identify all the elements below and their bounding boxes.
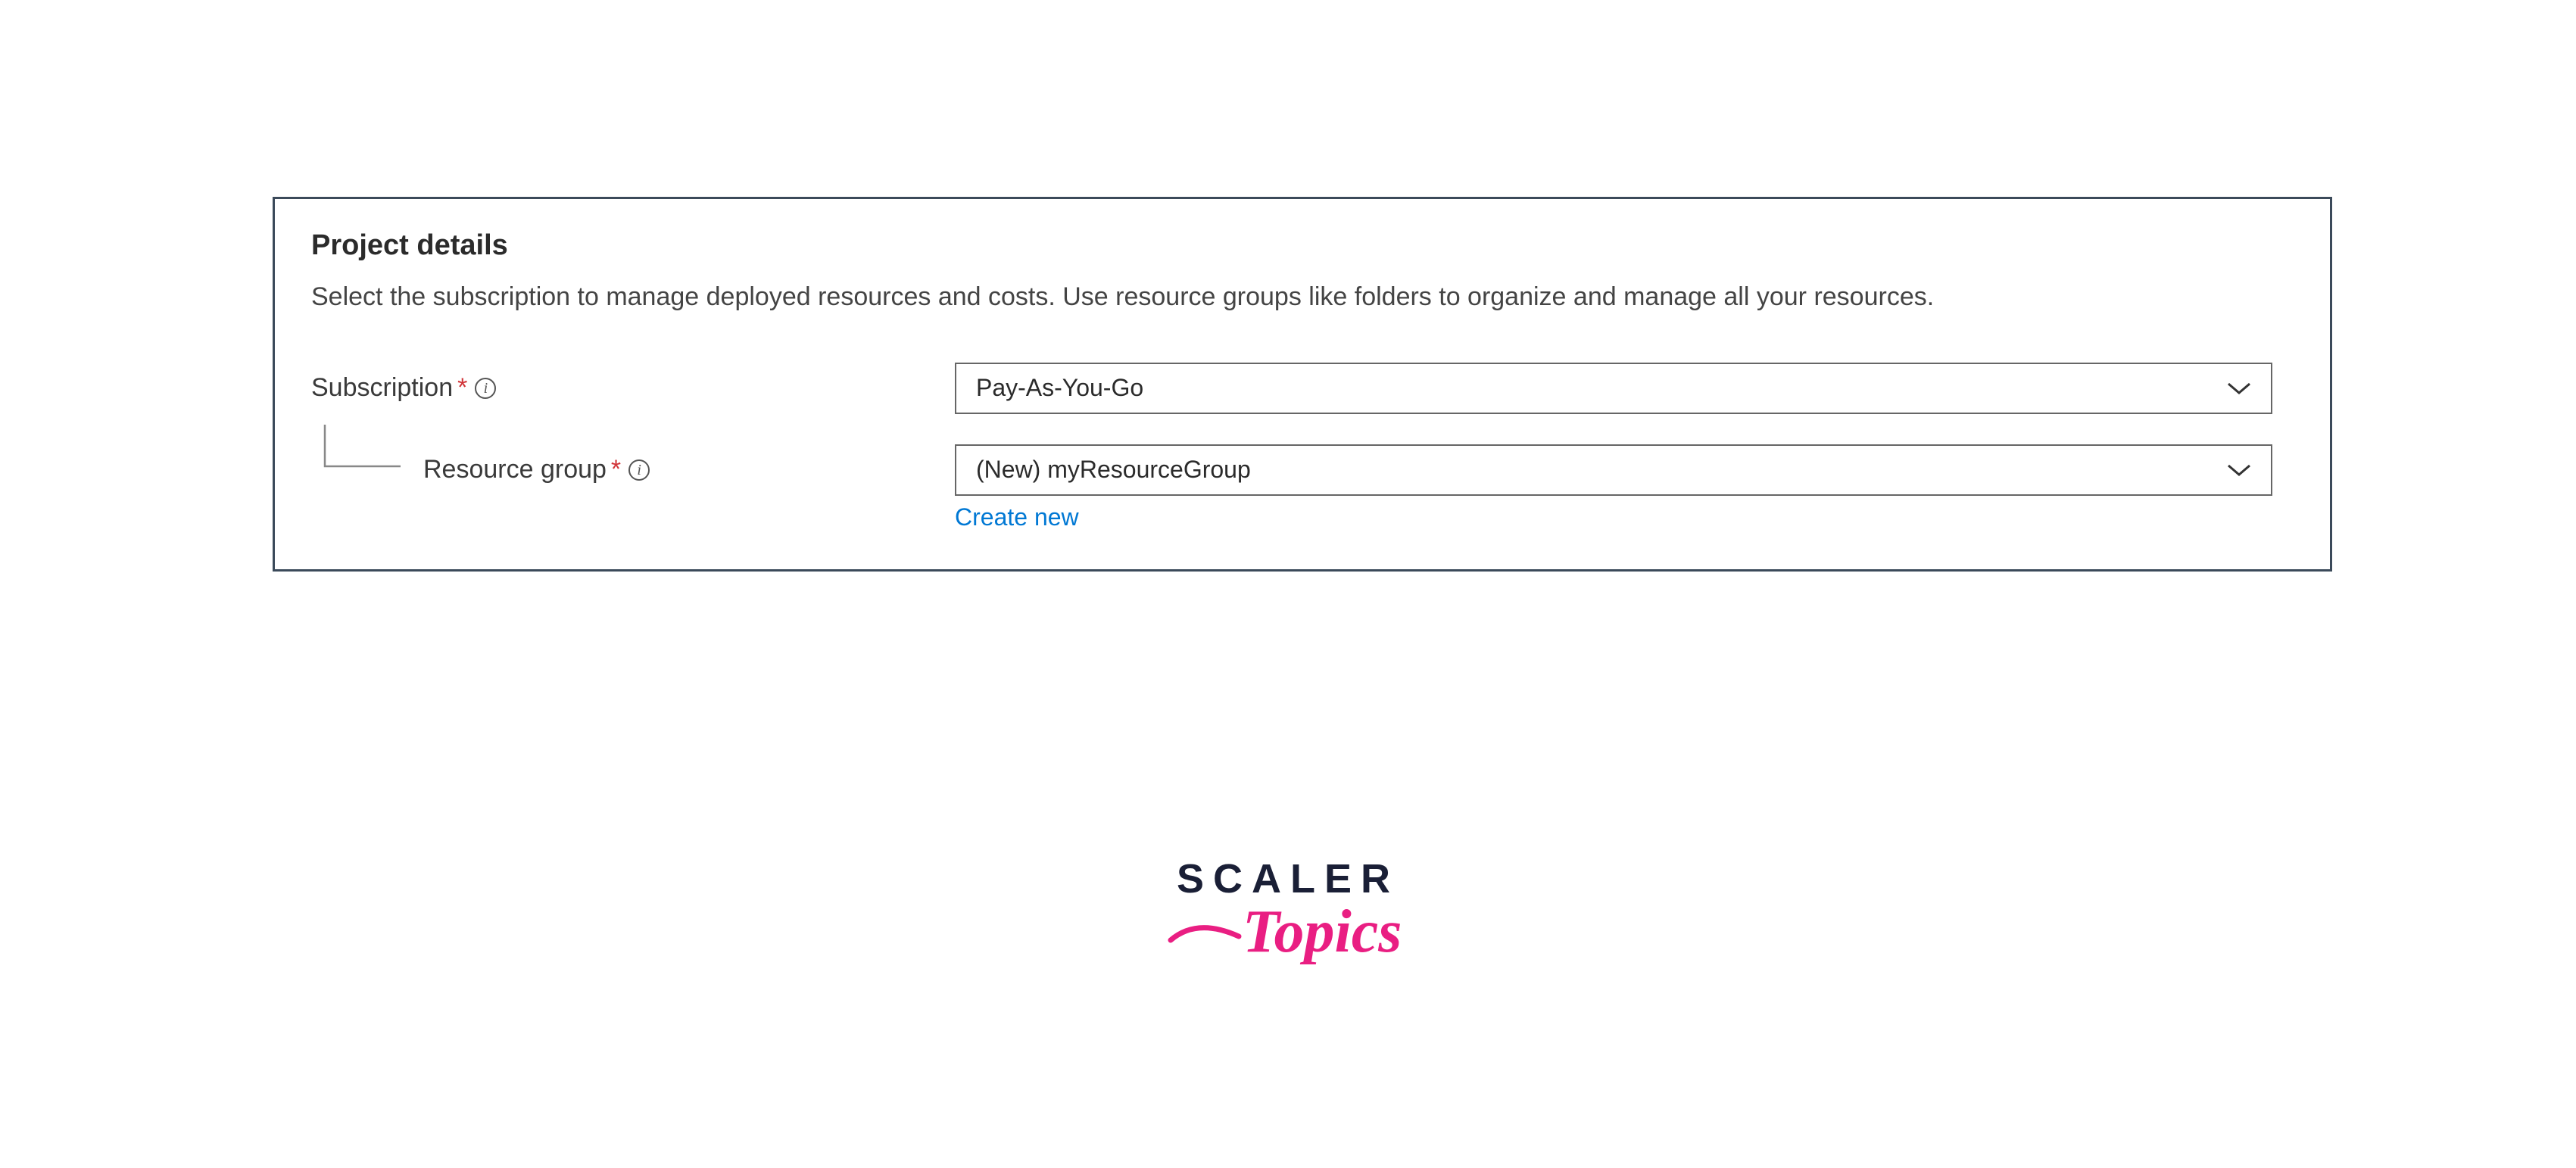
subscription-label-col: Subscription * i bbox=[311, 373, 955, 403]
resource-group-row: Resource group * i (New) myResourceGroup bbox=[311, 444, 2294, 496]
section-description: Select the subscription to manage deploy… bbox=[311, 277, 2204, 317]
required-marker: * bbox=[457, 373, 467, 403]
tree-connector-icon bbox=[317, 425, 408, 485]
subscription-value: Pay-As-You-Go bbox=[976, 374, 1143, 402]
create-new-link[interactable]: Create new bbox=[955, 503, 1079, 531]
chevron-down-icon bbox=[2227, 456, 2251, 484]
section-title: Project details bbox=[311, 229, 2294, 262]
info-icon[interactable]: i bbox=[475, 378, 496, 399]
chevron-down-icon bbox=[2227, 374, 2251, 402]
resource-group-label-col: Resource group * i bbox=[311, 455, 955, 485]
subscription-label: Subscription bbox=[311, 373, 453, 403]
create-new-row: Create new bbox=[955, 503, 2294, 531]
resource-group-dropdown[interactable]: (New) myResourceGroup bbox=[955, 444, 2272, 496]
project-details-panel: Project details Select the subscription … bbox=[273, 197, 2332, 572]
watermark: SCALER Topics bbox=[1167, 855, 1409, 986]
watermark-line2: Topics bbox=[1167, 895, 1409, 986]
subscription-dropdown[interactable]: Pay-As-You-Go bbox=[955, 363, 2272, 414]
watermark-line1: SCALER bbox=[1167, 855, 1409, 902]
subscription-control-col: Pay-As-You-Go bbox=[955, 363, 2294, 414]
resource-group-label: Resource group bbox=[423, 455, 607, 484]
resource-group-control-col: (New) myResourceGroup bbox=[955, 444, 2294, 496]
resource-group-value: (New) myResourceGroup bbox=[976, 456, 1251, 484]
subscription-row: Subscription * i Pay-As-You-Go bbox=[311, 363, 2294, 414]
svg-text:Topics: Topics bbox=[1243, 899, 1402, 965]
required-marker: * bbox=[611, 455, 621, 484]
info-icon[interactable]: i bbox=[628, 459, 650, 481]
